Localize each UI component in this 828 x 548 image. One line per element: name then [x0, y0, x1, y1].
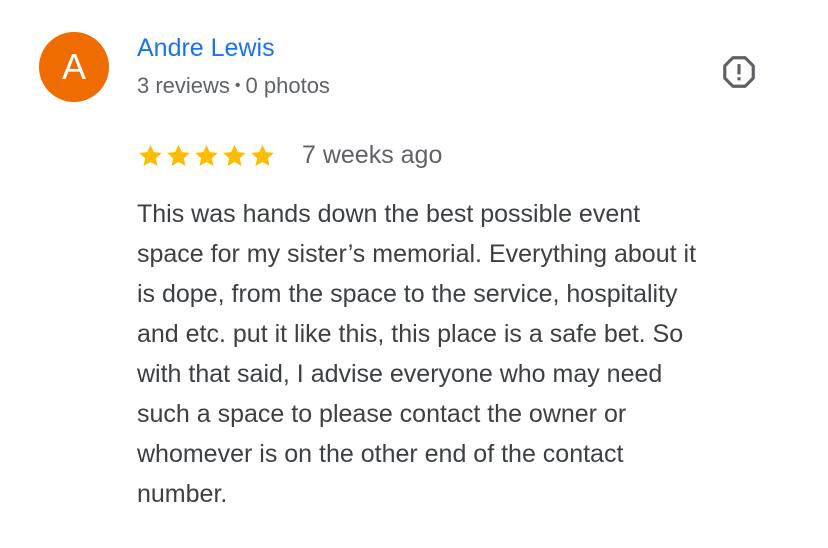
star-icon	[223, 144, 246, 166]
star-icon	[251, 144, 274, 166]
photo-count: 0 photos	[245, 73, 330, 98]
avatar-initial: A	[61, 46, 86, 87]
star-icon	[167, 144, 190, 166]
review-text: This was hands down the best possible ev…	[137, 200, 697, 508]
star-icon	[139, 144, 162, 166]
review-date: 7 weeks ago	[302, 141, 443, 169]
avatar[interactable]: A	[39, 32, 109, 102]
report-button[interactable]	[718, 52, 760, 92]
star-rating	[137, 142, 276, 169]
meta-separator: •	[234, 77, 241, 94]
author-meta: 3 reviews • 0 photos	[137, 72, 330, 103]
review-count: 3 reviews	[137, 73, 230, 98]
star-icon	[195, 144, 218, 166]
rating-row: 7 weeks ago	[137, 138, 442, 172]
report-octagon-icon	[723, 56, 755, 88]
author-name-link[interactable]: Andre Lewis	[137, 33, 275, 63]
